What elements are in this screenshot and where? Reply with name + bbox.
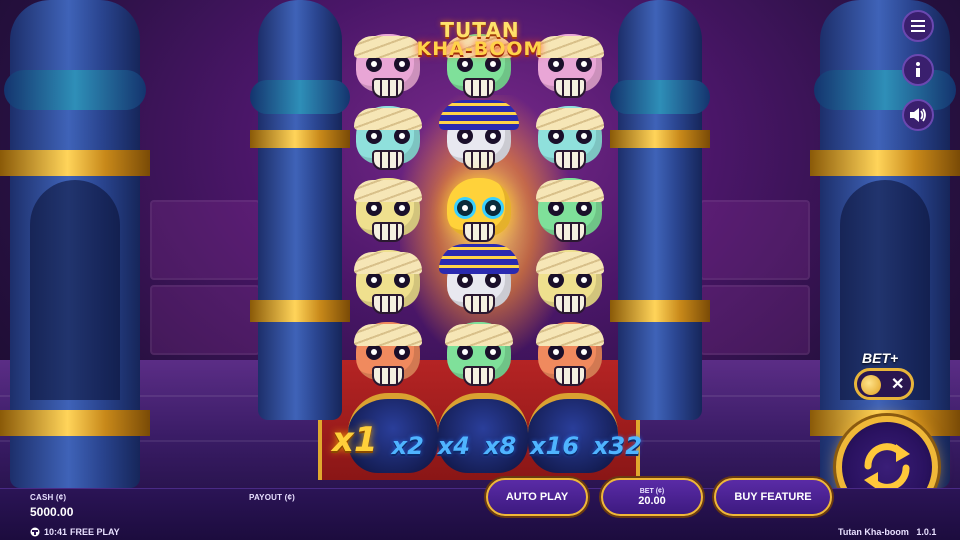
buy-feature-label: BUY FEATURE: [734, 491, 812, 503]
bet-label: BET (¢): [639, 487, 665, 495]
pillar-right-inner: [610, 0, 710, 420]
speaker-icon: [910, 108, 926, 122]
thunderkick-logo-icon: [30, 527, 40, 537]
wall-block: [150, 285, 260, 355]
teal-mummy-skull-symbol: [350, 106, 426, 178]
pillar-left-inner: [250, 0, 350, 420]
menu-icon: [911, 20, 925, 32]
info-button[interactable]: [902, 54, 934, 86]
payout-label: PAYOUT (¢): [249, 493, 296, 502]
betplus-label: BET+: [862, 350, 899, 366]
pharaoh-skull-symbol: [439, 244, 519, 322]
game-scene: TUTAN KHA-BOOM x1 x2 x4 x8 x16 x32: [0, 0, 960, 488]
wall-block: [700, 285, 810, 355]
cash-label: CASH (¢): [30, 493, 67, 502]
multiplier-x1: x1: [332, 420, 378, 460]
game-logo: TUTAN KHA-BOOM: [398, 18, 562, 60]
teal-mummy-skull-symbol: [532, 106, 608, 178]
buy-feature-button[interactable]: BUY FEATURE: [714, 478, 832, 516]
info-icon: [916, 62, 920, 77]
yellow-mummy-skull-symbol: [350, 178, 426, 250]
green-mummy-skull-symbol: [441, 322, 517, 394]
sound-button[interactable]: [902, 99, 934, 131]
close-icon: ✕: [891, 376, 905, 393]
logo-line-2: KHA-BOOM: [416, 38, 544, 60]
game-version: Tutan Kha-boom 1.0.1: [838, 527, 937, 537]
pillar-right-outer: [810, 0, 960, 488]
bet-button[interactable]: BET (¢) 20.00: [601, 478, 703, 516]
multiplier-x2: x2: [391, 432, 424, 460]
wall-block: [150, 200, 260, 280]
orange-mummy-skull-symbol: [350, 322, 426, 394]
yellow-mummy-skull-symbol: [350, 250, 426, 322]
multiplier-x8: x8: [483, 432, 517, 460]
toggle-knob: [861, 375, 881, 395]
green-mummy-skull-symbol: [532, 178, 608, 250]
multiplier-x4: x4: [437, 432, 470, 460]
yellow-mummy-skull-symbol: [532, 250, 608, 322]
autoplay-label: AUTO PLAY: [505, 491, 569, 503]
multiplier-x32: x32: [593, 432, 642, 460]
multiplier-trail: x1 x2 x4 x8 x16 x32: [332, 420, 642, 460]
orange-mummy-skull-symbol: [532, 322, 608, 394]
menu-button[interactable]: [902, 10, 934, 42]
play-mode: FREE PLAY: [70, 527, 120, 537]
pillar-left-outer: [0, 0, 150, 488]
cash-value: 5000.00: [30, 505, 74, 519]
bet-value: 20.00: [638, 494, 666, 507]
betplus-toggle[interactable]: ✕: [854, 368, 914, 400]
autoplay-button[interactable]: AUTO PLAY: [486, 478, 588, 516]
wall-block: [700, 200, 810, 280]
multiplier-x16: x16: [530, 432, 580, 460]
golden-skull-symbol: [441, 178, 517, 250]
clock-time: 10:41: [44, 527, 68, 537]
pharaoh-skull-symbol: [439, 100, 519, 178]
